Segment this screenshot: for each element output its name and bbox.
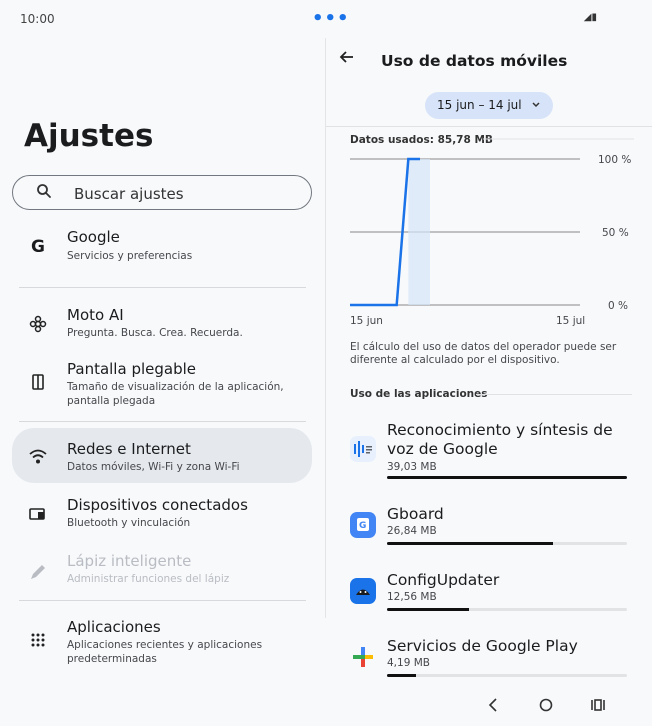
- settings-item-subtitle: Pregunta. Busca. Crea. Recuerda.: [67, 327, 243, 339]
- settings-item-subtitle: Administrar funciones del lápiz: [67, 573, 230, 585]
- app-usage-row[interactable]: Reconocimiento y síntesis de voz de Goog…: [350, 421, 630, 483]
- navigation-bar: [326, 688, 652, 726]
- settings-item-title: Aplicaciones: [67, 618, 161, 636]
- apps-grid-icon: [27, 629, 49, 651]
- app-size: 12,56 MB: [387, 591, 437, 603]
- app-usage-fill: [387, 476, 627, 479]
- settings-item-moto-ai[interactable]: Moto AI Pregunta. Busca. Crea. Recuerda.: [12, 306, 312, 346]
- settings-item-title: Redes e Internet: [67, 440, 191, 458]
- app-size: 26,84 MB: [387, 525, 437, 537]
- usage-chart: 100 % 50 % 0 % 15 jun 15 jul: [350, 138, 634, 327]
- svg-text:G: G: [359, 521, 366, 531]
- search-input[interactable]: Buscar ajustes: [12, 175, 312, 210]
- svg-text:G: G: [31, 237, 45, 256]
- nav-recents-icon[interactable]: [589, 696, 607, 718]
- divider: [19, 600, 306, 601]
- page-title: Ajustes: [24, 118, 154, 154]
- app-usage-fill: [387, 608, 469, 611]
- app-usage-fill: [387, 542, 553, 545]
- divider: [326, 126, 652, 127]
- app-usage-row[interactable]: G Gboard 26,84 MB: [350, 505, 630, 547]
- app-usage-bar: [387, 542, 627, 545]
- app-name: Reconocimiento y síntesis de voz de Goog…: [387, 421, 613, 458]
- app-name: Servicios de Google Play: [387, 637, 578, 655]
- nav-home-icon[interactable]: [538, 696, 554, 718]
- usage-area: [408, 159, 430, 305]
- settings-item-subtitle: Aplicaciones recientes y aplicaciones pr…: [67, 639, 263, 665]
- signal-battery-icon: ◢▮: [583, 12, 597, 23]
- date-range-label: 15 jun – 14 jul: [437, 98, 522, 112]
- divider: [19, 421, 306, 422]
- settings-item-apps[interactable]: Aplicaciones Aplicaciones recientes y ap…: [12, 618, 312, 668]
- app-usage-bar: [387, 476, 627, 479]
- app-usage-row[interactable]: ConfigUpdater 12,56 MB: [350, 571, 630, 613]
- config-updater-icon: [350, 578, 376, 604]
- google-g-icon: G: [27, 235, 49, 257]
- y-tick-0: 0 %: [608, 300, 628, 312]
- settings-item-subtitle: Servicios y preferencias: [67, 250, 193, 262]
- google-play-services-icon: [350, 644, 376, 670]
- x-tick-start: 15 jun: [350, 315, 383, 327]
- settings-item-title: Moto AI: [67, 306, 124, 324]
- app-usage-bar: [387, 608, 627, 611]
- moto-ai-icon: [27, 313, 49, 335]
- y-tick-50: 50 %: [602, 227, 629, 239]
- search-placeholder: Buscar ajustes: [74, 185, 184, 203]
- apps-section-header: Uso de las aplicaciones: [350, 388, 488, 400]
- app-usage-fill: [387, 674, 416, 677]
- settings-item-google[interactable]: G Google Servicios y preferencias: [12, 228, 312, 274]
- app-usage-row[interactable]: Servicios de Google Play 4,19 MB: [350, 637, 630, 679]
- divider: [19, 287, 306, 288]
- app-size: 4,19 MB: [387, 657, 430, 669]
- chevron-down-icon: [531, 97, 541, 116]
- app-usage-bar: [387, 674, 627, 677]
- multitask-dots-icon[interactable]: •••: [312, 8, 350, 29]
- pen-icon: [27, 561, 49, 583]
- status-bar: 10:00 ••• ◢▮: [0, 0, 652, 38]
- foldable-screen-icon: [27, 371, 49, 393]
- settings-item-foldable[interactable]: Pantalla plegable Tamaño de visualizació…: [12, 360, 312, 410]
- settings-item-title: Google: [67, 228, 120, 246]
- data-usage-pane: Uso de datos móviles 15 jun – 14 jul Dat…: [326, 38, 652, 726]
- settings-item-subtitle: Tamaño de visualización de la aplicación…: [67, 381, 284, 407]
- back-arrow-icon[interactable]: [338, 48, 356, 70]
- speech-services-icon: [350, 436, 376, 462]
- search-icon: [35, 182, 53, 204]
- data-usage-title: Uso de datos móviles: [381, 52, 568, 70]
- settings-item-network[interactable]: Redes e Internet Datos móviles, Wi-Fi y …: [12, 428, 312, 483]
- divider: [476, 394, 632, 395]
- settings-pane: Ajustes Buscar ajustes G Google Servicio…: [0, 38, 325, 726]
- app-name: Gboard: [387, 505, 444, 523]
- date-range-dropdown[interactable]: 15 jun – 14 jul: [425, 92, 553, 119]
- nav-back-icon[interactable]: [486, 696, 500, 718]
- status-time: 10:00: [20, 12, 55, 26]
- app-size: 39,03 MB: [387, 461, 437, 473]
- y-tick-100: 100 %: [598, 154, 631, 166]
- wifi-icon: [27, 446, 49, 468]
- settings-item-subtitle: Datos móviles, Wi-Fi y zona Wi-Fi: [67, 461, 240, 473]
- settings-item-title: Pantalla plegable: [67, 360, 196, 378]
- gboard-icon: G: [350, 512, 376, 538]
- settings-item-connected-devices[interactable]: Dispositivos conectados Bluetooth y vinc…: [12, 496, 312, 536]
- chart-note: El cálculo del uso de datos del operador…: [350, 341, 617, 366]
- settings-item-title: Lápiz inteligente: [67, 552, 192, 570]
- x-tick-end: 15 jul: [556, 315, 585, 327]
- settings-item-title: Dispositivos conectados: [67, 496, 248, 514]
- settings-item-smart-pen[interactable]: Lápiz inteligente Administrar funciones …: [12, 552, 312, 592]
- settings-item-subtitle: Bluetooth y vinculación: [67, 517, 191, 529]
- app-name: ConfigUpdater: [387, 571, 500, 589]
- connected-devices-icon: [27, 503, 49, 525]
